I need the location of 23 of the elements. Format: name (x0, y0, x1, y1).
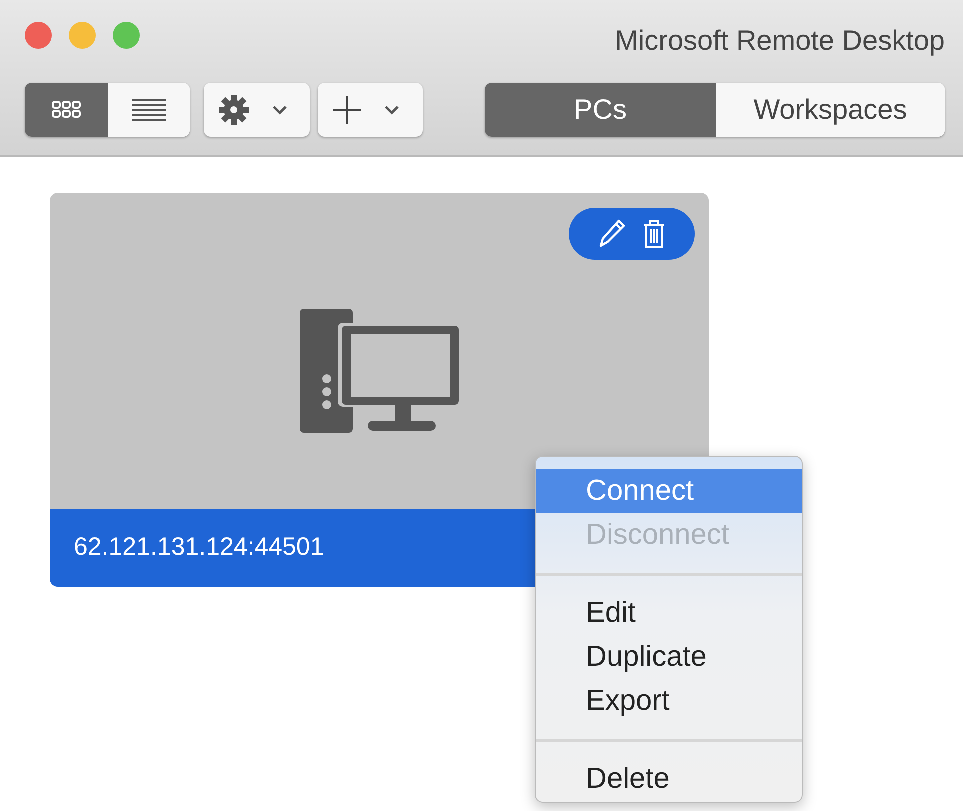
computer-icon (300, 309, 460, 433)
plus-icon (332, 95, 362, 125)
settings-menu-button[interactable] (204, 83, 310, 137)
grid-view-button[interactable] (25, 83, 108, 137)
caret-icon (272, 105, 288, 115)
pencil-icon (599, 219, 625, 249)
edit-button[interactable] (599, 219, 625, 249)
tab[interactable]: PCs (485, 83, 716, 137)
settings-icon (218, 94, 250, 126)
list-icon (132, 99, 166, 121)
grid-icon (52, 101, 82, 119)
add-menu-button[interactable] (318, 83, 423, 137)
trash-icon (643, 219, 665, 249)
window-title: Microsoft Remote Desktop (614, 24, 945, 58)
menu-item[interactable]: Duplicate (536, 635, 802, 679)
delete-button[interactable] (643, 219, 665, 249)
list-view-button[interactable] (108, 83, 190, 137)
tab[interactable]: Workspaces (716, 83, 945, 137)
menu-item[interactable]: Export (536, 679, 802, 723)
menu-item[interactable]: Edit (536, 591, 802, 635)
caret-icon (384, 105, 400, 115)
close-button[interactable] (25, 22, 52, 49)
menu-item[interactable]: Delete (536, 757, 802, 801)
